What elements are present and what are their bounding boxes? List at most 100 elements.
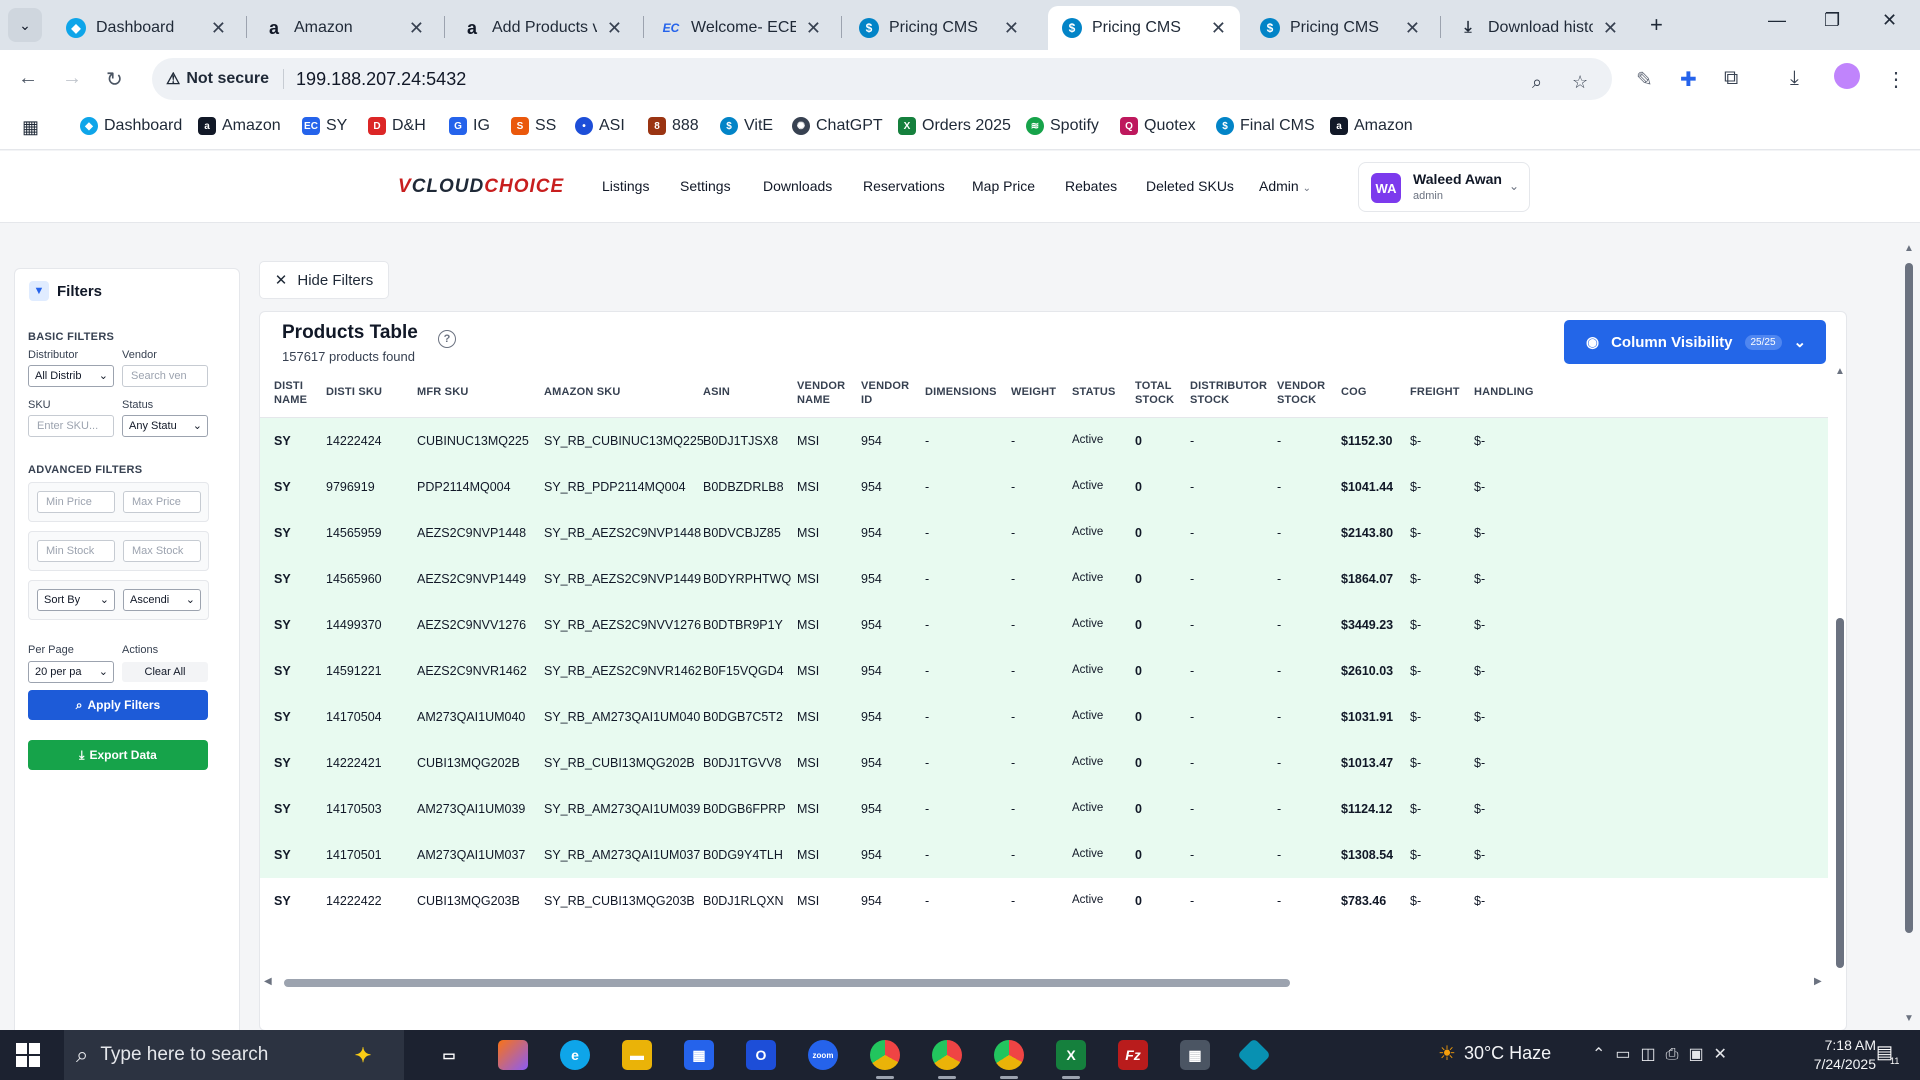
per-page-select[interactable]: 20 per pa ⌄	[28, 661, 114, 683]
table-row[interactable]: SY 14170503 AM273QAI1UM039 SY_RB_AM273QAI1U…	[260, 786, 1828, 832]
extensions-puzzle-icon[interactable]: ⧉	[1724, 67, 1738, 90]
close-icon[interactable]: ✕	[1004, 18, 1019, 39]
chrome-icon[interactable]	[870, 1040, 900, 1079]
zoom-app-icon[interactable]: zoom	[808, 1040, 838, 1070]
apply-filters-button[interactable]: ⌕ Apply Filters	[28, 690, 208, 720]
bookmark-dashboard[interactable]: ◆ Dashboard	[80, 117, 182, 135]
column-header[interactable]: MFR SKU	[417, 385, 469, 399]
bookmark-asi[interactable]: • ASI	[575, 117, 625, 135]
column-header[interactable]: DISTI SKU	[326, 385, 382, 399]
table-row[interactable]: SY 14222422 CUBI13MQG203B SY_RB_CUBI13MQG20…	[260, 878, 1828, 924]
export-data-button[interactable]: ⤓ Export Data	[28, 740, 208, 770]
scroll-down-icon[interactable]: ▼	[1835, 956, 1845, 967]
scrollbar-thumb[interactable]	[1905, 263, 1913, 933]
table-row[interactable]: SY 14222424 CUBINUC13MQ225 SY_RB_CUBINUC13M…	[260, 418, 1828, 464]
page-scrollbar[interactable]: ▲ ▼	[1900, 243, 1918, 1029]
column-header[interactable]: VENDOR ID	[861, 379, 909, 407]
column-header[interactable]: DISTI NAME	[274, 379, 307, 407]
chrome-profile-3-icon[interactable]	[994, 1040, 1024, 1079]
tab-welcome-ecexp[interactable]: EC Welcome- ECExp ✕	[647, 6, 835, 50]
scroll-up-icon[interactable]: ▲	[1835, 366, 1845, 377]
column-header[interactable]: ASIN	[703, 385, 730, 399]
tab-download-history[interactable]: ⤓ Download histor ✕	[1444, 6, 1632, 50]
close-window-icon[interactable]: ✕	[1882, 10, 1897, 31]
close-icon[interactable]: ✕	[607, 18, 622, 39]
excel-icon[interactable]: X	[1056, 1040, 1086, 1079]
clock[interactable]: 7:18 AM 7/24/2025	[1798, 1036, 1876, 1074]
task-view-icon[interactable]: ▭	[434, 1040, 464, 1070]
edge-browser-icon[interactable]: e	[560, 1040, 590, 1070]
browser-menu-icon[interactable]: ⋮	[1886, 67, 1906, 92]
security-indicator[interactable]: ⚠ Not secure	[166, 69, 285, 89]
filezilla-icon[interactable]: Fz	[1118, 1040, 1148, 1070]
column-header[interactable]: VENDOR STOCK	[1277, 379, 1325, 407]
column-header[interactable]: VENDOR NAME	[797, 379, 845, 407]
tab-pricing-cms-active[interactable]: $ Pricing CMS ✕	[1048, 6, 1240, 50]
bookmark-vite[interactable]: $ VitE	[720, 117, 773, 135]
scrollbar-thumb[interactable]	[1836, 618, 1844, 968]
min-price-input[interactable]: Min Price	[37, 491, 115, 513]
sort-order-select[interactable]: Ascendi ⌄	[123, 589, 201, 611]
nav-map-price[interactable]: Map Price	[972, 178, 1035, 194]
bookmark-final-cms[interactable]: $ Final CMS	[1216, 117, 1315, 135]
back-arrow-icon[interactable]: ←	[18, 67, 38, 90]
weather-widget[interactable]: ☀ 30°C Haze	[1438, 1041, 1551, 1066]
close-icon[interactable]: ✕	[1211, 18, 1226, 39]
column-header[interactable]: DISTRIBUTOR STOCK	[1190, 379, 1267, 407]
bookmark-888[interactable]: 8 888	[648, 117, 699, 135]
tab-pricing-cms-1[interactable]: $ Pricing CMS ✕	[845, 6, 1033, 50]
extension-puzzle-blue-icon[interactable]: ✚	[1680, 67, 1697, 92]
column-header[interactable]: FREIGHT	[1410, 385, 1460, 399]
user-menu[interactable]: WA Waleed Awan admin ⌄	[1358, 162, 1530, 212]
max-price-input[interactable]: Max Price	[123, 491, 201, 513]
vcloudchoice-logo[interactable]: VCLOUDCHOICE	[398, 176, 564, 198]
bookmark-amazon[interactable]: a Amazon	[198, 117, 281, 135]
forward-arrow-icon[interactable]: →	[62, 67, 82, 90]
min-stock-input[interactable]: Min Stock	[37, 540, 115, 562]
close-icon[interactable]: ✕	[409, 18, 424, 39]
zoom-magnifier-icon[interactable]: ⌕	[1532, 72, 1542, 93]
status-select[interactable]: Any Statu ⌄	[122, 415, 208, 437]
nav-downloads[interactable]: Downloads	[763, 178, 832, 194]
vertical-scrollbar[interactable]: ▲ ▼	[1833, 366, 1846, 968]
nav-deleted-skus[interactable]: Deleted SKUs	[1146, 178, 1234, 194]
bookmark-quotex[interactable]: Q Quotex	[1120, 117, 1196, 135]
scroll-left-icon[interactable]: ◀	[264, 976, 272, 987]
bookmark-dh[interactable]: D D&H	[368, 117, 426, 135]
nav-reservations[interactable]: Reservations	[863, 178, 945, 194]
column-header[interactable]: AMAZON SKU	[544, 385, 621, 399]
tab-dashboard[interactable]: ◆ Dashboard ✕	[52, 6, 240, 50]
copilot-app-icon[interactable]	[498, 1040, 528, 1070]
close-icon[interactable]: ✕	[1603, 18, 1618, 39]
downloads-icon[interactable]: ⤓	[1790, 67, 1799, 90]
column-header[interactable]: COG	[1341, 385, 1367, 399]
close-icon[interactable]: ✕	[1405, 18, 1420, 39]
column-header[interactable]: DIMENSIONS	[925, 385, 997, 399]
table-row[interactable]: SY 14499370 AEZS2C9NVV1276 SY_RB_AEZS2C9NVV…	[260, 602, 1828, 648]
horizontal-scrollbar[interactable]: ◀ ▶	[260, 976, 1828, 990]
chrome-profile-2-icon[interactable]	[932, 1040, 962, 1079]
microsoft-store-icon[interactable]: ▦	[684, 1040, 714, 1070]
column-header[interactable]: STATUS	[1072, 385, 1116, 399]
vendor-search-input[interactable]: Search ven	[122, 365, 208, 387]
bookmark-ss[interactable]: S SS	[511, 117, 556, 135]
minimize-icon[interactable]: —	[1768, 10, 1786, 31]
restore-icon[interactable]: ❐	[1824, 10, 1840, 31]
tab-amazon[interactable]: a Amazon ✕	[250, 6, 438, 50]
table-row[interactable]: SY 14565959 AEZS2C9NVP1448 SY_RB_AEZS2C9NVP…	[260, 510, 1828, 556]
apps-grid-icon[interactable]: ▦	[22, 117, 39, 138]
windows-start-icon[interactable]	[16, 1043, 40, 1067]
table-row[interactable]: SY 14591221 AEZS2C9NVR1462 SY_RB_AEZS2C9NVR…	[260, 648, 1828, 694]
tab-pricing-cms-3[interactable]: $ Pricing CMS ✕	[1246, 6, 1434, 50]
tab-search-button[interactable]: ⌄	[8, 8, 42, 42]
bookmark-spotify[interactable]: ≋ Spotify	[1026, 117, 1099, 135]
column-header[interactable]: TOTAL STOCK	[1135, 379, 1174, 407]
table-row[interactable]: SY 9796919 PDP2114MQ004 SY_RB_PDP2114MQ004 B…	[260, 464, 1828, 510]
distributor-select[interactable]: All Distrib ⌄	[28, 365, 114, 387]
table-row[interactable]: SY 14222421 CUBI13MQG202B SY_RB_CUBI13MQG20…	[260, 740, 1828, 786]
hide-filters-button[interactable]: ✕ Hide Filters	[259, 261, 389, 299]
nav-settings[interactable]: Settings	[680, 178, 731, 194]
tab-add-products[interactable]: a Add Products via ✕	[448, 6, 636, 50]
system-tray-icons[interactable]: ⌃▭◫⎙▣✕	[1592, 1044, 1737, 1064]
column-header[interactable]: HANDLING	[1474, 385, 1534, 399]
